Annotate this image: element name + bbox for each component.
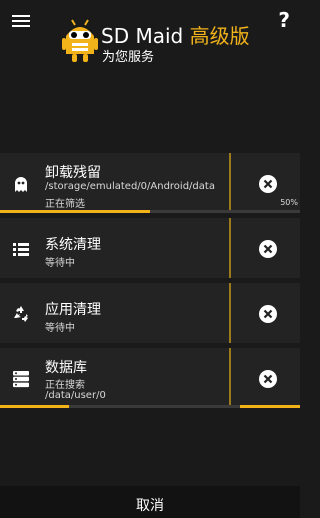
divider xyxy=(229,348,231,408)
task-path: /data/user/0 xyxy=(45,390,106,401)
list-icon xyxy=(13,243,29,256)
cancel-task-icon[interactable] xyxy=(259,305,277,323)
task-status: 正在筛选 xyxy=(45,199,85,210)
cancel-task-icon[interactable] xyxy=(259,175,277,193)
progress-percent: 50% xyxy=(280,198,298,207)
task-databases: 数据库 正在搜索 /data/user/0 xyxy=(0,348,300,408)
task-name: 数据库 xyxy=(45,360,87,376)
divider xyxy=(229,218,231,278)
app-subtitle: 为您服务 xyxy=(102,50,155,65)
task-system-cleaner: 系统清理 等待中 xyxy=(0,218,300,278)
cancel-task-icon[interactable] xyxy=(259,370,277,388)
task-app-cleaner: 应用清理 等待中 xyxy=(0,283,300,343)
bottom-bar: 取消 xyxy=(0,486,300,518)
task-name: 系统清理 xyxy=(45,237,101,253)
task-path: /storage/emulated/0/Android/data xyxy=(45,181,215,192)
divider xyxy=(229,153,231,213)
app-header: SD Maid 高级版 为您服务 ? xyxy=(0,0,300,150)
task-status: 等待中 xyxy=(45,323,75,334)
sd-maid-logo-icon xyxy=(62,19,98,62)
app-edition: 高级版 xyxy=(189,24,250,48)
recycle-icon xyxy=(14,306,28,322)
task-status: 等待中 xyxy=(45,258,75,269)
task-status: 正在搜索 xyxy=(45,380,85,391)
task-name: 卸载残留 xyxy=(45,165,101,181)
app-name: SD Maid xyxy=(101,24,190,48)
task-corpse-finder: 卸载残留 /storage/emulated/0/Android/data 正在… xyxy=(0,153,300,213)
task-name: 应用清理 xyxy=(45,302,101,318)
help-button[interactable]: ? xyxy=(278,8,290,32)
database-icon xyxy=(13,371,29,388)
hamburger-menu-icon[interactable] xyxy=(11,12,31,30)
progress-bar xyxy=(240,405,300,408)
progress-bar xyxy=(0,210,150,213)
cancel-task-icon[interactable] xyxy=(259,240,277,258)
progress-bar xyxy=(0,405,69,408)
cancel-button[interactable]: 取消 xyxy=(0,486,300,518)
divider xyxy=(229,283,231,343)
app-title: SD Maid 高级版 xyxy=(101,20,250,49)
ghost-icon xyxy=(15,177,27,192)
